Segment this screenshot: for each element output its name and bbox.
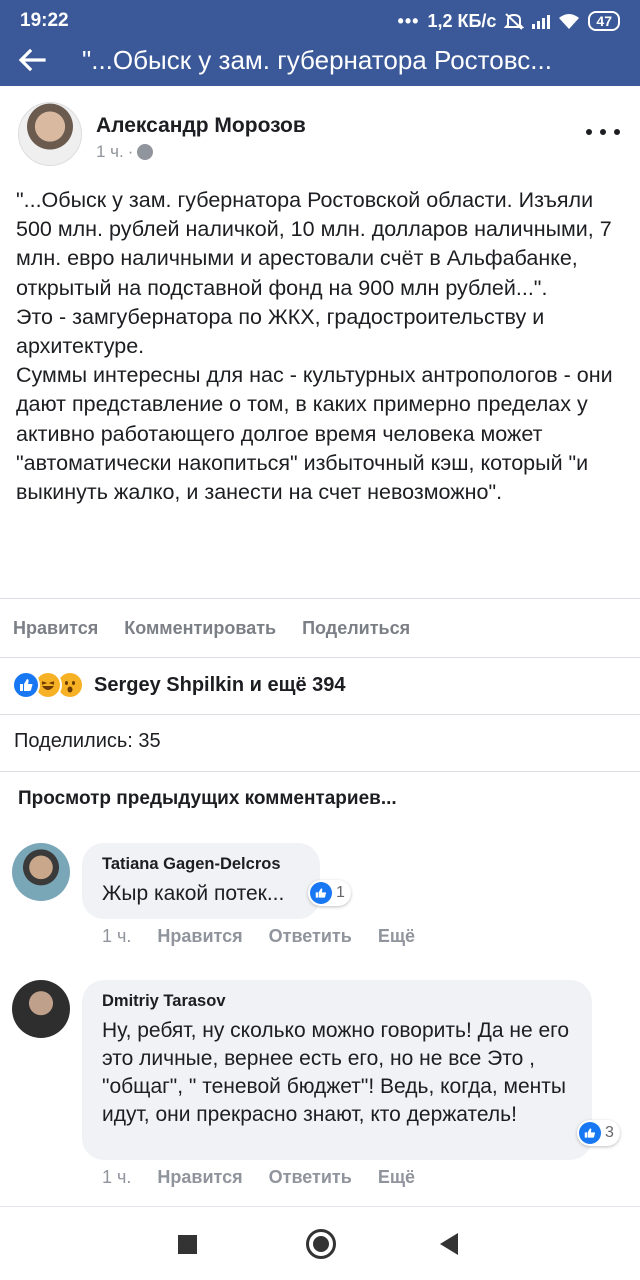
comment-more-button[interactable]: Ещё (378, 926, 415, 947)
system-navigation-bar (0, 1206, 640, 1280)
comment-meta: 1 ч. Нравится Ответить Ещё (102, 1167, 415, 1188)
post-time: 1 ч. (96, 142, 124, 161)
page-title: "...Обыск у зам. губернатора Ростовс... (82, 44, 552, 75)
author-name[interactable]: Александр Морозов (96, 114, 306, 138)
post-meta: 1 ч. · (96, 142, 154, 162)
post-paragraph: Суммы интересны для нас - культурных ант… (16, 363, 613, 505)
comment-like-button[interactable]: Нравится (157, 1167, 242, 1188)
post-actions: Нравится Комментировать Поделиться (0, 600, 640, 656)
recent-apps-button[interactable] (178, 1235, 197, 1254)
comment-more-button[interactable]: Ещё (378, 1167, 415, 1188)
battery-icon: 47 (588, 11, 620, 31)
comment-time: 1 ч. (102, 1167, 132, 1187)
mute-alarm-icon (504, 13, 525, 30)
home-button[interactable] (306, 1229, 336, 1259)
globe-icon (137, 144, 154, 160)
like-reaction-icon (310, 882, 332, 904)
comment-reply-button[interactable]: Ответить (269, 1167, 352, 1188)
reaction-count: 3 (605, 1124, 614, 1141)
divider (0, 771, 640, 772)
comment-author[interactable]: Tatiana Gagen-Delcros (102, 855, 302, 874)
post-more-button[interactable] (586, 120, 620, 144)
like-button[interactable]: Нравится (13, 618, 98, 639)
comment-author[interactable]: Dmitriy Tarasov (102, 992, 574, 1011)
commenter-avatar[interactable] (12, 843, 70, 901)
comment-reaction-badge[interactable]: 3 (577, 1120, 620, 1146)
comment-like-button[interactable]: Нравится (157, 926, 242, 947)
post-paragraph: "...Обыск у зам. губернатора Ростовской … (16, 188, 612, 300)
view-previous-comments[interactable]: Просмотр предыдущих комментариев... (18, 788, 397, 810)
reactions-text: Sergey Shpilkin и ещё 394 (94, 673, 346, 696)
commenter-avatar[interactable] (12, 980, 70, 1038)
comment-time: 1 ч. (102, 926, 132, 946)
post-paragraph: Это - замгубернатора по ЖКХ, градостроит… (16, 304, 545, 359)
divider (0, 598, 640, 599)
comment-bubble[interactable]: Tatiana Gagen-Delcros Жыр какой потек... (82, 843, 320, 919)
like-reaction-icon (12, 671, 40, 699)
signal-icon (532, 13, 551, 29)
comment-button[interactable]: Комментировать (124, 618, 276, 639)
comment-bubble[interactable]: Dmitriy Tarasov Ну, ребят, ну сколько мо… (82, 980, 592, 1160)
top-app-bar: 19:22 ••• 1,2 КБ/с 47 "...Обыск у зам. г… (0, 0, 640, 86)
notification-dots-icon: ••• (397, 10, 420, 31)
comment-text: Жыр какой потек... (102, 882, 285, 905)
back-button[interactable] (0, 34, 64, 86)
comment-text: Ну, ребят, ну сколько можно говорить! Да… (102, 1019, 570, 1126)
comment-reply-button[interactable]: Ответить (269, 926, 352, 947)
navigation-bar: "...Обыск у зам. губернатора Ростовс... (0, 34, 640, 86)
shares-count[interactable]: Поделились: 35 (14, 730, 161, 753)
system-back-button[interactable] (440, 1233, 458, 1255)
status-time: 19:22 (20, 10, 69, 31)
share-button[interactable]: Поделиться (302, 618, 410, 639)
like-reaction-icon (579, 1122, 601, 1144)
author-avatar[interactable] (18, 102, 82, 166)
arrow-left-icon (18, 48, 46, 72)
status-indicators: ••• 1,2 КБ/с 47 (398, 11, 620, 32)
meta-separator: · (127, 142, 134, 161)
comment-reaction-badge[interactable]: 1 (308, 880, 351, 906)
divider (0, 714, 640, 715)
more-dots-icon (586, 129, 592, 135)
reactions-summary[interactable]: Sergey Shpilkin и ещё 394 (0, 658, 640, 712)
wifi-icon (559, 14, 580, 29)
post-header: Александр Морозов 1 ч. · (0, 96, 640, 176)
post-body: "...Обыск у зам. губернатора Ростовской … (16, 186, 626, 507)
reaction-count: 1 (336, 884, 345, 901)
comment-meta: 1 ч. Нравится Ответить Ещё (102, 926, 415, 947)
reaction-icons (12, 671, 84, 699)
network-speed: 1,2 КБ/с (427, 10, 497, 31)
